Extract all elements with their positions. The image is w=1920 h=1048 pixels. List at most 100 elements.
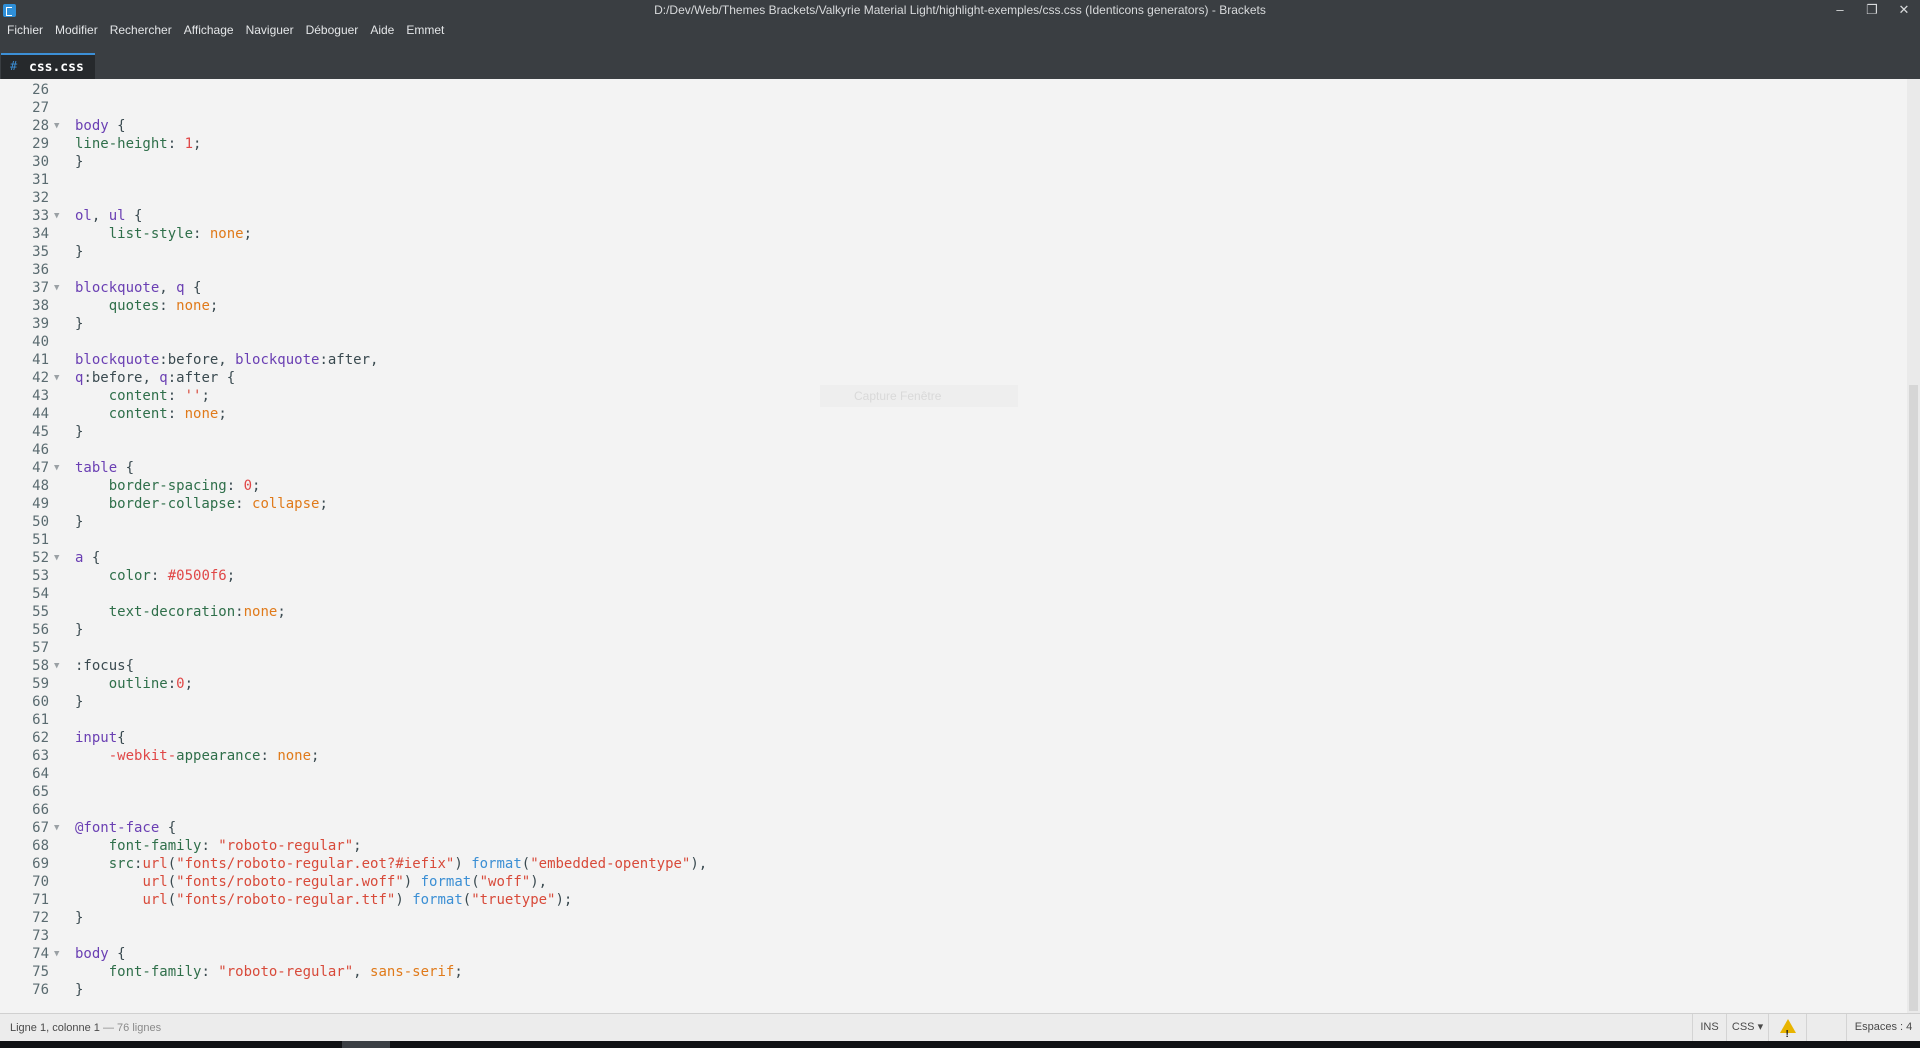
code-line[interactable]: 30} bbox=[0, 153, 1900, 171]
code-token: 1 bbox=[184, 136, 194, 152]
code-token: blockquote bbox=[75, 352, 160, 368]
fold-toggle-icon[interactable]: ▼ bbox=[54, 549, 59, 567]
code-line[interactable]: 50} bbox=[0, 513, 1900, 531]
code-token: '' bbox=[184, 388, 202, 404]
insert-mode-indicator[interactable]: INS bbox=[1692, 1014, 1726, 1041]
code-line[interactable]: 32 bbox=[0, 189, 1900, 207]
code-line[interactable]: 38 quotes: none; bbox=[0, 297, 1900, 315]
menu-aide[interactable]: Aide bbox=[364, 21, 400, 40]
code-line[interactable]: 28 ▼ body { bbox=[0, 117, 1900, 135]
code-line[interactable]: 27 bbox=[0, 99, 1900, 117]
code-line[interactable]: 71 url("fonts/roboto-regular.ttf") forma… bbox=[0, 891, 1900, 909]
line-number: 67 bbox=[32, 820, 49, 836]
minimize-button[interactable]: – bbox=[1824, 0, 1856, 21]
code-line[interactable]: 26 bbox=[0, 81, 1900, 99]
code-token: ), bbox=[690, 856, 708, 872]
code-line[interactable]: 46 bbox=[0, 441, 1900, 459]
code-line[interactable]: 36 bbox=[0, 261, 1900, 279]
code-line[interactable]: 33 ▼ ol, ul { bbox=[0, 207, 1900, 225]
code-text: q:before, q:after { bbox=[75, 369, 235, 387]
indent-setting[interactable]: Espaces : 4 bbox=[1846, 1014, 1920, 1041]
code-line[interactable]: 49 border-collapse: collapse; bbox=[0, 495, 1900, 513]
code-line[interactable]: 75 font-family: "roboto-regular", sans-s… bbox=[0, 963, 1900, 981]
vertical-scrollbar[interactable] bbox=[1907, 79, 1920, 1013]
taskbar-item[interactable] bbox=[342, 1041, 390, 1048]
code-token: } bbox=[75, 424, 84, 440]
code-line[interactable]: 58 ▼:focus{ bbox=[0, 657, 1900, 675]
code-line[interactable]: 54 bbox=[0, 585, 1900, 603]
language-selector[interactable]: CSS ▾ bbox=[1726, 1014, 1768, 1041]
code-line[interactable]: 68 font-family: "roboto-regular"; bbox=[0, 837, 1900, 855]
restore-button[interactable]: ❐ bbox=[1856, 0, 1888, 21]
scrollbar-thumb[interactable] bbox=[1909, 385, 1918, 1011]
code-line[interactable]: 39} bbox=[0, 315, 1900, 333]
linter-status[interactable] bbox=[1768, 1014, 1806, 1048]
fold-toggle-icon[interactable]: ▼ bbox=[54, 819, 59, 837]
code-text: input{ bbox=[75, 729, 126, 747]
code-line[interactable]: 69 src:url("fonts/roboto-regular.eot?#ie… bbox=[0, 855, 1900, 873]
fold-toggle-icon[interactable]: ▼ bbox=[54, 117, 59, 135]
code-line[interactable]: 31 bbox=[0, 171, 1900, 189]
code-token: appearance bbox=[176, 748, 261, 764]
code-line[interactable]: 60} bbox=[0, 693, 1900, 711]
line-number: 30 bbox=[32, 154, 49, 170]
menu-fichier[interactable]: Fichier bbox=[1, 21, 49, 40]
code-line[interactable]: 66 bbox=[0, 801, 1900, 819]
line-number: 32 bbox=[32, 190, 49, 206]
code-line[interactable]: 29 line-height: 1; bbox=[0, 135, 1900, 153]
code-line[interactable]: 35} bbox=[0, 243, 1900, 261]
code-line[interactable]: 40 bbox=[0, 333, 1900, 351]
code-line[interactable]: 67 ▼ @font-face { bbox=[0, 819, 1900, 837]
fold-toggle-icon[interactable]: ▼ bbox=[54, 459, 59, 477]
code-line[interactable]: 47 ▼ table { bbox=[0, 459, 1900, 477]
line-number: 39 bbox=[32, 316, 49, 332]
code-token: : bbox=[167, 136, 185, 152]
code-line[interactable]: 61 bbox=[0, 711, 1900, 729]
code-line[interactable]: 74 ▼ body { bbox=[0, 945, 1900, 963]
code-line[interactable]: 73 bbox=[0, 927, 1900, 945]
code-line[interactable]: 62 input{ bbox=[0, 729, 1900, 747]
code-line[interactable]: 48 border-spacing: 0; bbox=[0, 477, 1900, 495]
code-token: format bbox=[420, 874, 472, 890]
code-line[interactable]: 64 bbox=[0, 765, 1900, 783]
code-line[interactable]: 53 color: #0500f6; bbox=[0, 567, 1900, 585]
fold-toggle-icon[interactable]: ▼ bbox=[54, 279, 59, 297]
code-line[interactable]: 70 url("fonts/roboto-regular.woff") form… bbox=[0, 873, 1900, 891]
code-line[interactable]: 34 list-style: none; bbox=[0, 225, 1900, 243]
code-line[interactable]: 72} bbox=[0, 909, 1900, 927]
fold-toggle-icon[interactable]: ▼ bbox=[54, 945, 59, 963]
menu-emmet[interactable]: Emmet bbox=[400, 21, 450, 40]
close-button[interactable]: ✕ bbox=[1888, 0, 1920, 21]
code-token: , bbox=[91, 208, 109, 224]
code-line[interactable]: 76} bbox=[0, 981, 1900, 999]
code-token: ; bbox=[252, 478, 261, 494]
code-line[interactable]: 55 text-decoration:none; bbox=[0, 603, 1900, 621]
code-line[interactable]: 56} bbox=[0, 621, 1900, 639]
code-line[interactable]: 59 outline:0; bbox=[0, 675, 1900, 693]
menu-deboguer[interactable]: Déboguer bbox=[300, 21, 365, 40]
fold-toggle-icon[interactable]: ▼ bbox=[54, 207, 59, 225]
code-token: "embedded-opentype" bbox=[530, 856, 691, 872]
code-line[interactable]: 51 bbox=[0, 531, 1900, 549]
menu-rechercher[interactable]: Rechercher bbox=[104, 21, 178, 40]
fold-toggle-icon[interactable]: ▼ bbox=[54, 657, 59, 675]
menu-naviguer[interactable]: Naviguer bbox=[240, 21, 300, 40]
code-line[interactable]: 63 -webkit-appearance: none; bbox=[0, 747, 1900, 765]
code-line[interactable]: 65 bbox=[0, 783, 1900, 801]
code-line[interactable]: 37 ▼ blockquote, q { bbox=[0, 279, 1900, 297]
code-token: none bbox=[277, 748, 312, 764]
menu-affichage[interactable]: Affichage bbox=[178, 21, 240, 40]
code-text: @font-face { bbox=[75, 819, 176, 837]
code-line[interactable]: 57 bbox=[0, 639, 1900, 657]
code-line[interactable]: 44 content: none; bbox=[0, 405, 1900, 423]
tab-css-file[interactable]: # css.css bbox=[1, 53, 95, 79]
code-line[interactable]: 45} bbox=[0, 423, 1900, 441]
code-token: ; bbox=[226, 568, 236, 584]
code-line[interactable]: 41 blockquote:before, blockquote:after, bbox=[0, 351, 1900, 369]
fold-toggle-icon[interactable]: ▼ bbox=[54, 369, 59, 387]
code-token: { bbox=[125, 208, 143, 224]
code-line[interactable]: 52 ▼ a { bbox=[0, 549, 1900, 567]
menu-modifier[interactable]: Modifier bbox=[49, 21, 104, 40]
code-editor[interactable]: 26 27 28 ▼ body {29 line-height: 1; 30} 31 32 33 ▼… bbox=[0, 79, 1920, 1013]
